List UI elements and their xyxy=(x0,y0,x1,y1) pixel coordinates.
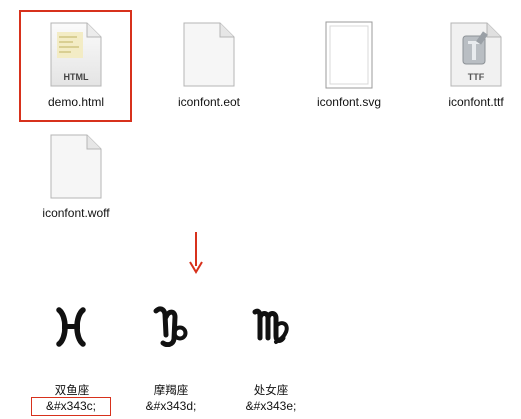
glyph-code-pisces: &#x343c; xyxy=(45,399,97,413)
file-name: iconfont.woff xyxy=(42,206,110,220)
file-name: iconfont.svg xyxy=(316,95,382,109)
generic-file-icon xyxy=(183,22,235,87)
generic-file-icon xyxy=(50,134,102,199)
pisces-icon[interactable] xyxy=(53,307,89,347)
file-name: iconfont.eot xyxy=(177,95,241,109)
glyph-name-virgo: 处女座 xyxy=(253,383,289,397)
file-iconfont-woff[interactable]: iconfont.woff xyxy=(22,124,130,224)
glyph-name-pisces: 双鱼座 xyxy=(54,383,90,397)
virgo-icon[interactable] xyxy=(252,306,292,346)
file-iconfont-svg[interactable]: iconfont.svg xyxy=(295,12,403,112)
file-demo-html[interactable]: HTML demo.html xyxy=(22,12,130,112)
arrow-down-icon xyxy=(189,232,203,274)
file-badge-html: HTML xyxy=(63,72,89,82)
file-iconfont-ttf[interactable]: TTF iconfont.ttf xyxy=(422,12,521,112)
glyph-name-capricorn: 摩羯座 xyxy=(153,383,189,397)
file-name: iconfont.ttf xyxy=(448,95,504,109)
file-badge-ttf: TTF xyxy=(467,72,485,82)
capricorn-icon[interactable] xyxy=(153,305,189,347)
file-iconfont-eot[interactable]: iconfont.eot xyxy=(155,12,263,112)
file-name: demo.html xyxy=(47,95,105,109)
glyph-code-capricorn: &#x343d; xyxy=(145,399,197,413)
svg-file-icon xyxy=(325,21,373,89)
glyph-code-virgo: &#x343e; xyxy=(245,399,297,413)
